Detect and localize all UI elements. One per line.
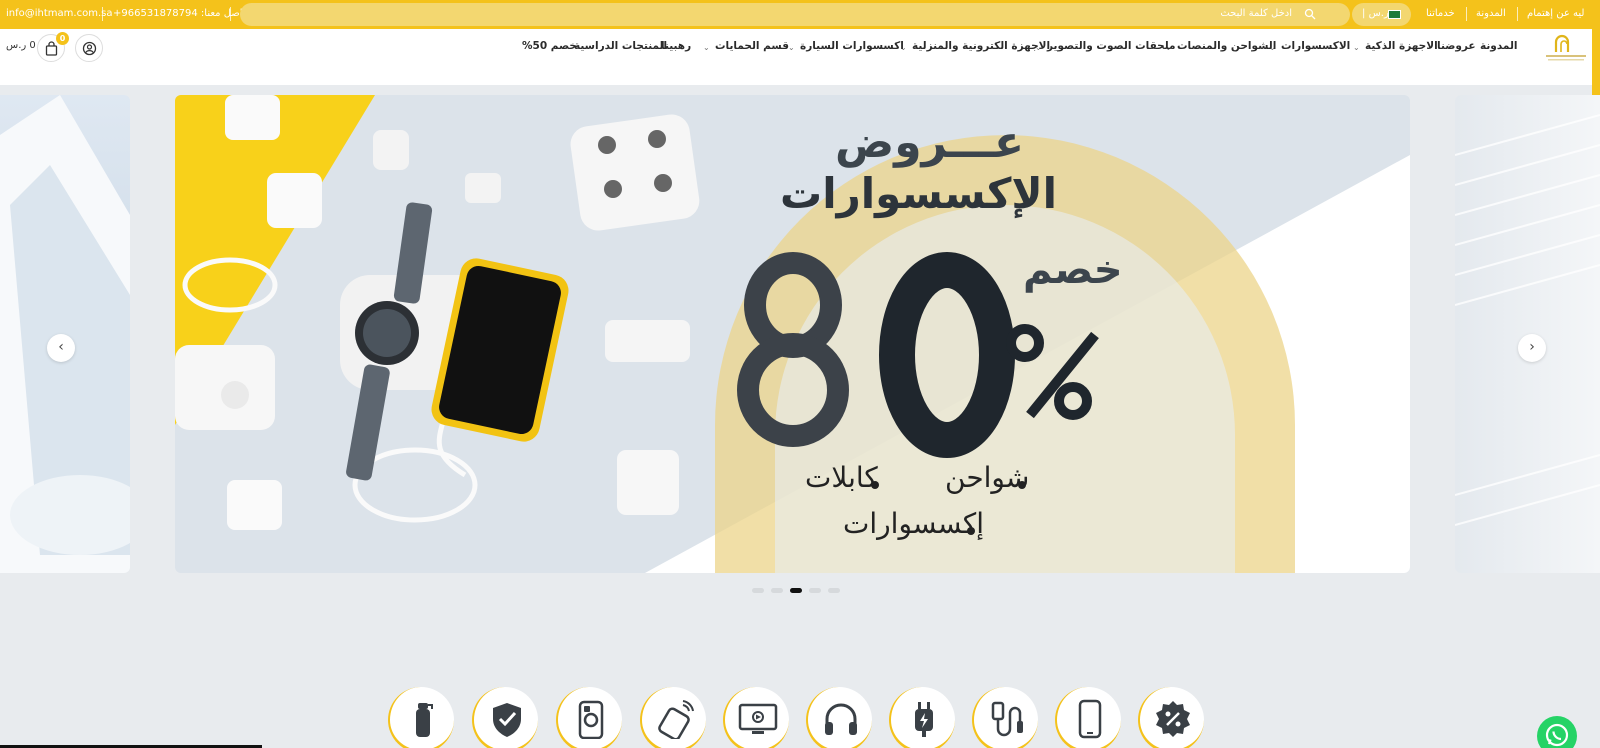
discount-word: خصم (1023, 247, 1123, 293)
category-bottles[interactable] (388, 687, 454, 748)
chevron-left-icon[interactable]: ‹ (47, 334, 75, 362)
chevron-down-icon: ⌄ (703, 43, 710, 52)
category-remotes[interactable] (640, 687, 706, 748)
category-phones[interactable] (1055, 687, 1121, 748)
search-bar[interactable]: ادخل كلمة البحث (240, 3, 1350, 26)
bullet-chargers: شواحن (945, 461, 1030, 494)
top-link-services[interactable]: خدماتنا (1426, 8, 1455, 19)
whatsapp-button[interactable] (1537, 716, 1577, 748)
top-bar: info@ihtmam.com.sa تواصل معنا: 966531878… (0, 0, 1600, 29)
category-cables[interactable] (972, 687, 1038, 748)
nav-accessories[interactable]: الاكسسوارات (1281, 40, 1350, 52)
discount-value: 80% (740, 235, 742, 236)
bottle-icon (416, 703, 433, 737)
hero-slide[interactable]: عـــروض الإكسسوارات خصم شواحن كابلات إكس… (175, 95, 1410, 573)
slider-dot-active[interactable] (790, 588, 802, 593)
slider-dot[interactable] (752, 588, 764, 593)
nav-audio[interactable]: ملحقات الصوت والتصوير (1047, 40, 1176, 52)
divider (230, 7, 231, 21)
search-icon[interactable] (1304, 8, 1316, 20)
nav-car[interactable]: اكسسوارات السيارة (800, 40, 904, 52)
slide-title: عـــروض (835, 117, 1025, 168)
nav-blog[interactable]: المدونة (1480, 40, 1517, 52)
nav-chargers[interactable]: الشواحن والمنصات (1177, 40, 1276, 52)
brand-logo[interactable] (1542, 30, 1590, 64)
discount-badge-icon (1156, 701, 1190, 737)
category-chargers[interactable] (889, 687, 955, 748)
main-header: المدونة عروضنا الاجهزة الذكية ⌄ الاكسسوا… (0, 29, 1600, 85)
remote-icon (658, 700, 694, 739)
category-cases[interactable] (556, 687, 622, 748)
currency-selector[interactable]: | ر.س (1352, 3, 1411, 26)
slider-dot[interactable] (828, 588, 840, 593)
contact-email[interactable]: info@ihtmam.com.sa (6, 8, 112, 19)
slider-dot[interactable] (771, 588, 783, 593)
divider (1466, 7, 1467, 21)
nav-discount[interactable]: خصم 50% (522, 40, 577, 52)
whatsapp-icon (1545, 723, 1569, 747)
account-button[interactable] (75, 34, 103, 62)
category-offers[interactable] (1138, 687, 1204, 748)
hero-banner-art (175, 95, 1410, 573)
nav-study[interactable]: المنتجات الدراسية (574, 40, 667, 52)
headphones-icon (825, 703, 857, 735)
currency-label: | ر.س (1362, 8, 1389, 19)
top-link-about[interactable]: ليه عن إهتمام (1527, 8, 1584, 19)
top-link-blog[interactable]: المدونة (1476, 8, 1506, 19)
cart-count-badge: 0 (56, 32, 69, 45)
charger-plug-icon (915, 702, 933, 737)
divider (102, 7, 103, 21)
divider (1517, 7, 1518, 21)
tv-icon (738, 703, 778, 734)
smartphone-icon (1078, 699, 1102, 739)
category-headphones[interactable] (806, 687, 872, 748)
chevron-down-icon: ⌄ (788, 43, 795, 52)
nav-smart-devices[interactable]: الاجهزة الذكية (1365, 40, 1438, 52)
cart-total: 0 ر.س (6, 40, 36, 51)
bullet-accessories: إكسسوارات (843, 507, 984, 540)
chevron-down-icon: ⌄ (1353, 43, 1360, 52)
usb-cable-icon (991, 701, 1023, 737)
bullet-cables: كابلات (805, 461, 878, 494)
user-icon (82, 41, 97, 56)
search-input[interactable]: ادخل كلمة البحث (1220, 8, 1292, 19)
category-protection[interactable] (472, 687, 538, 748)
phone-case-icon (578, 700, 604, 739)
slide-subtitle: الإكسسوارات (780, 169, 1058, 218)
nav-electronics[interactable]: الاجهزة الكترونية والمنزلية (912, 40, 1050, 52)
nav-offers[interactable]: عروضنا (1437, 40, 1476, 52)
category-screens[interactable] (723, 687, 789, 748)
chevron-right-icon[interactable]: › (1518, 334, 1546, 362)
saudi-flag-icon (1388, 10, 1401, 19)
shield-check-icon (493, 703, 521, 737)
nav-protection[interactable]: قسم الحمايات (715, 40, 789, 52)
slider-dot[interactable] (809, 588, 821, 593)
